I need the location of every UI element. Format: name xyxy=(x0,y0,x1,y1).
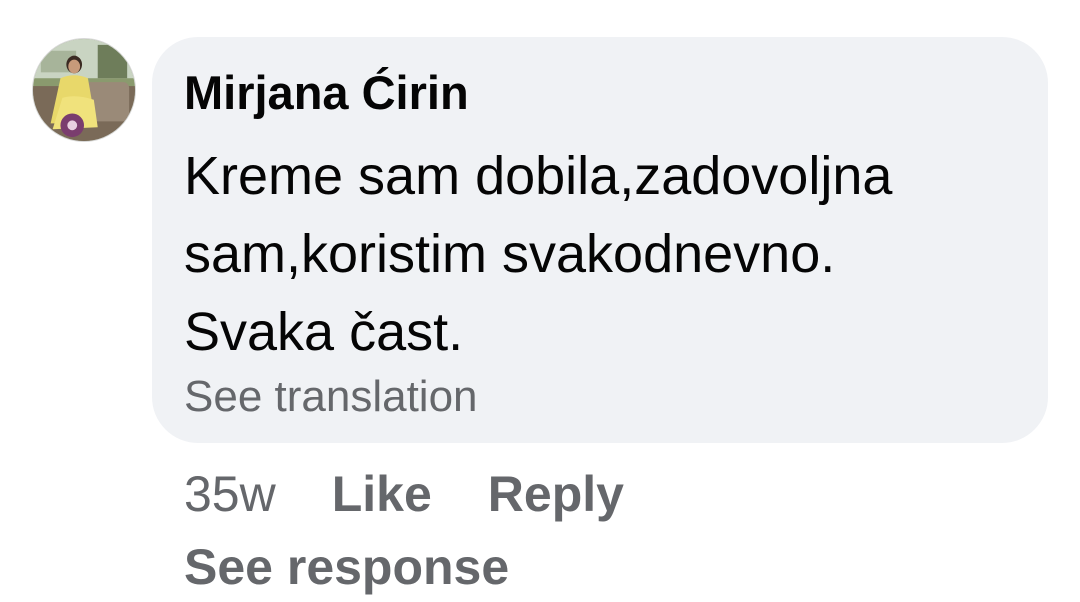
comment-bubble: Mirjana Ćirin Kreme sam dobila,zadovoljn… xyxy=(152,37,1048,443)
comment-text: Kreme sam dobila,zadovoljna sam,koristim… xyxy=(184,137,1024,371)
reply-button[interactable]: Reply xyxy=(488,465,624,523)
profile-photo-avatar xyxy=(33,39,135,141)
comment-author-name[interactable]: Mirjana Ćirin xyxy=(184,65,469,121)
like-button[interactable]: Like xyxy=(332,465,432,523)
comment-thread: Mirjana Ćirin Kreme sam dobila,zadovoljn… xyxy=(0,0,1080,602)
comment-text-line: Kreme sam dobila,zadovoljna xyxy=(184,146,893,206)
comment-text-line: Svaka čast. xyxy=(184,302,464,362)
see-response-link[interactable]: See response xyxy=(184,537,509,597)
see-translation-link[interactable]: See translation xyxy=(184,371,478,423)
comment-actions: 35w Like Reply xyxy=(184,464,680,524)
comment-text-line: sam,koristim svakodnevno. xyxy=(184,224,836,284)
comment-timestamp[interactable]: 35w xyxy=(184,465,276,523)
avatar[interactable] xyxy=(32,38,136,142)
